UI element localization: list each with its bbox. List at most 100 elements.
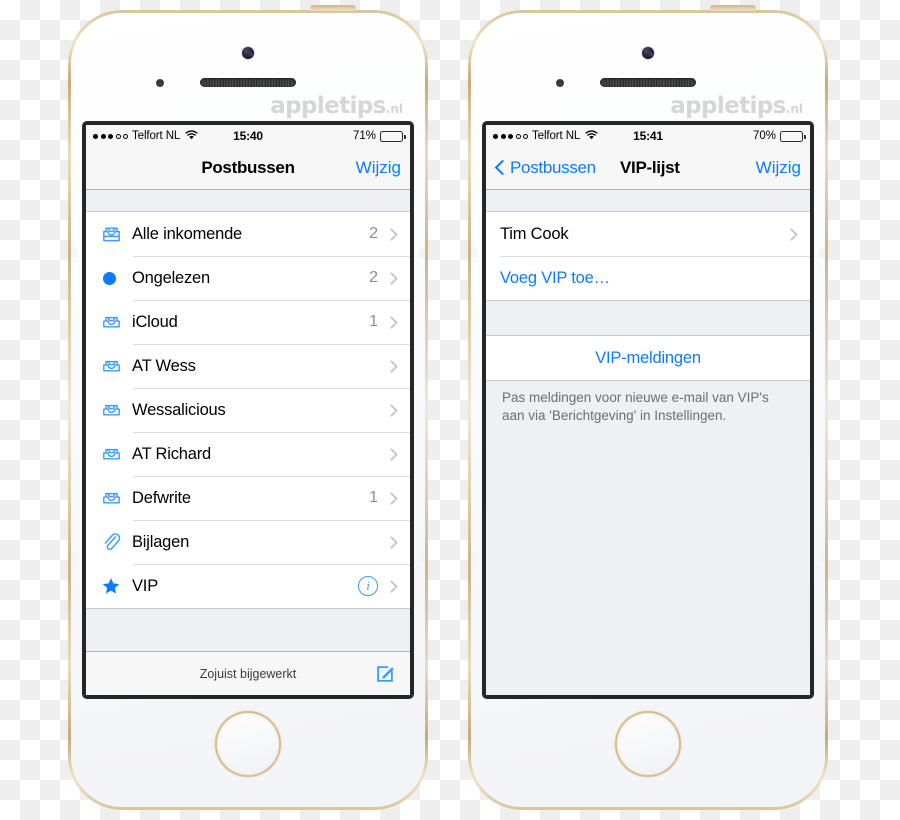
nav-bar-right: Postbussen VIP-lijst Wijzig: [486, 147, 810, 190]
phone-device-left: appletips.nl Telfort NL 15:40 71% Postbu…: [68, 5, 428, 810]
list-item-bijlagen[interactable]: Bijlagen: [86, 520, 410, 564]
signal-strength-icon: [93, 133, 128, 139]
chevron-right-icon: [385, 271, 398, 285]
home-button[interactable]: [217, 713, 279, 775]
chevron-right-icon: [385, 227, 398, 241]
phone-device-right: appletips.nl Telfort NL 15:41 70% Postbu…: [468, 5, 828, 810]
chevron-left-icon: [495, 159, 506, 177]
list-item-defwrite[interactable]: Defwrite 1: [86, 476, 410, 520]
star-icon: [100, 575, 132, 597]
watermark-appletips: appletips.nl: [670, 93, 803, 119]
proximity-sensor-icon: [556, 79, 564, 87]
info-icon[interactable]: i: [358, 576, 378, 596]
chevron-right-icon: [385, 447, 398, 461]
chevron-right-icon: [385, 359, 398, 373]
back-button[interactable]: Postbussen: [495, 158, 596, 178]
section-gap-top: [486, 190, 810, 211]
mailbox-icon: [100, 311, 132, 334]
carrier-label: Telfort NL: [532, 130, 581, 142]
status-bar-left: Telfort NL 15:40 71%: [86, 125, 410, 147]
status-bar-left-group: Telfort NL: [93, 129, 198, 143]
vip-table: Tim Cook Voeg VIP toe…: [486, 211, 810, 301]
list-item-count: 2: [369, 269, 378, 286]
list-item-label: Defwrite: [132, 488, 191, 507]
status-bar-right-group: 70%: [752, 130, 806, 142]
list-item-label: AT Richard: [132, 444, 212, 463]
screen-right: Telfort NL 15:41 70% Postbussen VIP-lijs…: [486, 125, 810, 695]
watermark-appletips: appletips.nl: [270, 93, 403, 119]
list-item-count: 2: [369, 225, 378, 242]
compose-icon[interactable]: [374, 663, 396, 685]
antenna-band: [419, 249, 425, 258]
list-item-ongelezen[interactable]: Ongelezen 2: [86, 256, 410, 300]
mailbox-icon: [100, 443, 132, 466]
list-item-label: Bijlagen: [132, 532, 190, 551]
antenna-band: [419, 553, 425, 562]
mailbox-icon: [100, 399, 132, 422]
vip-list-body[interactable]: Tim Cook Voeg VIP toe… VIP-meldingen Pas…: [486, 190, 810, 695]
screen-bezel-left: Telfort NL 15:40 71% Postbussen Wijzig A…: [82, 121, 414, 699]
list-item-count: 1: [369, 313, 378, 330]
screen-bezel-right: Telfort NL 15:41 70% Postbussen VIP-lijs…: [482, 121, 814, 699]
edit-button[interactable]: Wijzig: [356, 158, 401, 178]
section-gap-middle: [486, 301, 810, 335]
list-item-count: 1: [369, 489, 378, 506]
status-bar-right-group: 71%: [352, 130, 406, 142]
front-camera-icon: [642, 47, 654, 59]
vip-footnote: Pas meldingen voor nieuwe e-mail van VIP…: [486, 381, 810, 435]
front-camera-icon: [242, 47, 254, 59]
edit-button[interactable]: Wijzig: [756, 158, 801, 178]
watermark-tld: .nl: [385, 102, 403, 116]
chevron-right-icon: [785, 227, 798, 241]
list-item-at-wess[interactable]: AT Wess: [86, 344, 410, 388]
antenna-band: [819, 249, 825, 258]
list-item-label: Wessalicious: [132, 400, 226, 419]
sync-status-label: Zojuist bijgewerkt: [199, 666, 297, 681]
list-item-icloud[interactable]: iCloud 1: [86, 300, 410, 344]
antenna-band: [819, 553, 825, 562]
wifi-icon: [585, 129, 598, 143]
list-item-vip[interactable]: VIP i: [86, 564, 410, 608]
list-item-label: Ongelezen: [132, 268, 211, 287]
list-item-tim-cook[interactable]: Tim Cook: [486, 212, 810, 256]
battery-percent-label: 70%: [752, 130, 776, 142]
list-item-add-vip[interactable]: Voeg VIP toe…: [486, 256, 810, 300]
mail-toolbar: Zojuist bijgewerkt: [86, 651, 410, 695]
chevron-right-icon: [385, 315, 398, 329]
list-item-label: AT Wess: [132, 356, 196, 375]
power-button[interactable]: [710, 5, 756, 13]
mailbox-table: Alle inkomende 2 Ongelezen 2 iCloud 1 AT…: [86, 211, 410, 609]
paperclip-icon: [100, 531, 132, 554]
chevron-right-icon: [385, 535, 398, 549]
list-item-wessalicious[interactable]: Wessalicious: [86, 388, 410, 432]
list-item-label: Tim Cook: [500, 224, 569, 243]
mailbox-icon: [100, 487, 132, 510]
list-item-label: iCloud: [132, 312, 178, 331]
home-button[interactable]: [617, 713, 679, 775]
list-item-at-richard[interactable]: AT Richard: [86, 432, 410, 476]
back-button-label: Postbussen: [510, 158, 596, 177]
vip-notifications-table: VIP-meldingen: [486, 335, 810, 381]
battery-icon: [380, 130, 406, 142]
signal-strength-icon: [493, 133, 528, 139]
chevron-right-icon: [385, 579, 398, 593]
unread-dot-icon: [100, 271, 132, 285]
list-item-alle-inkomende[interactable]: Alle inkomende 2: [86, 212, 410, 256]
battery-icon: [780, 130, 806, 142]
list-item-label: Alle inkomende: [132, 224, 243, 243]
vip-notifications-button[interactable]: VIP-meldingen: [486, 336, 810, 380]
page-title: VIP-lijst: [620, 158, 680, 177]
watermark-name: appletips: [670, 93, 786, 119]
nav-bar-left: Postbussen Wijzig: [86, 147, 410, 190]
section-gap-top: [86, 190, 410, 211]
earpiece-speaker-icon: [600, 78, 696, 87]
chevron-right-icon: [385, 491, 398, 505]
mailbox-icon: [100, 355, 132, 378]
mailbox-list-body[interactable]: Alle inkomende 2 Ongelezen 2 iCloud 1 AT…: [86, 190, 410, 651]
battery-percent-label: 71%: [352, 130, 376, 142]
chevron-right-icon: [385, 403, 398, 417]
watermark-tld: .nl: [785, 102, 803, 116]
power-button[interactable]: [310, 5, 356, 13]
antenna-band: [471, 553, 477, 562]
status-bar-left-group: Telfort NL: [493, 129, 598, 143]
